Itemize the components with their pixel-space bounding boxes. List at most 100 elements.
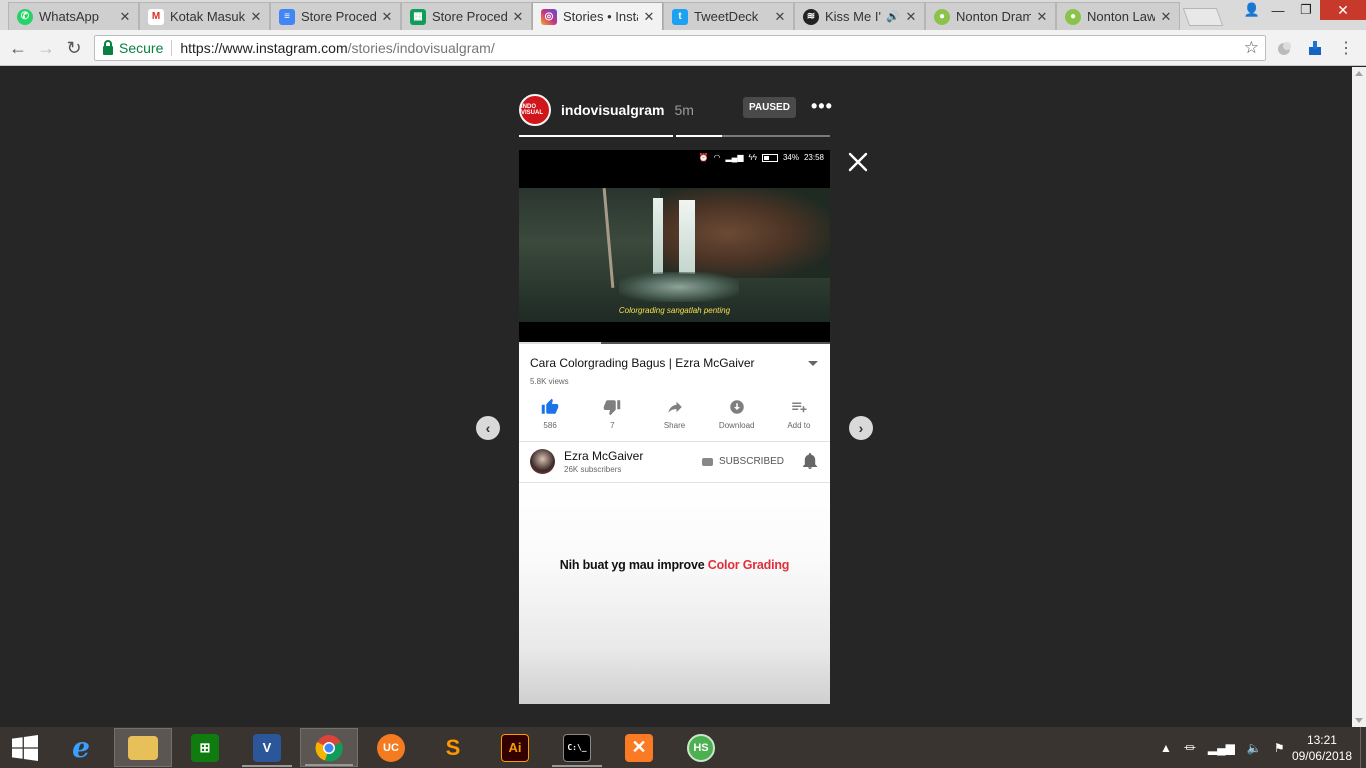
taskbar-uc-browser[interactable]: UC — [362, 728, 420, 767]
waterfall-shape — [653, 198, 663, 274]
tab-spotify[interactable]: ≋ Kiss Me I' 🔊 ✕ — [794, 2, 925, 30]
close-tab-icon[interactable]: ✕ — [904, 9, 918, 25]
taskbar-command-prompt[interactable]: C:\_ — [548, 728, 606, 767]
close-tab-icon[interactable]: ✕ — [118, 9, 132, 25]
close-window-button[interactable]: ✕ — [1320, 0, 1366, 20]
show-desktop-button[interactable] — [1360, 727, 1366, 768]
taskbar-hs-app[interactable]: HS — [672, 728, 730, 767]
site-icon: ● — [934, 8, 950, 25]
battery-percent: 34% — [782, 153, 799, 162]
promo-text-highlight: Color Grading — [707, 558, 790, 572]
action-center-flag-icon[interactable]: ⚑ — [1274, 741, 1285, 755]
tab-gmail[interactable]: M Kotak Masuk ✕ — [139, 2, 270, 30]
windows-logo-icon — [12, 734, 38, 761]
paused-badge: PAUSED — [743, 97, 796, 118]
close-story-icon[interactable] — [846, 150, 870, 174]
taskbar-google-chrome[interactable] — [300, 728, 358, 767]
story-username[interactable]: indovisualgram — [561, 102, 664, 118]
minimize-button[interactable]: — — [1264, 0, 1292, 20]
tab-nonton-lawless[interactable]: ● Nonton Lawle ✕ — [1056, 2, 1180, 30]
download-label: Download — [718, 421, 755, 430]
close-tab-icon[interactable]: ✕ — [1035, 9, 1049, 25]
tab-instagram-stories[interactable]: ◎ Stories • Insta ✕ — [532, 2, 663, 30]
chrome-menu-icon[interactable]: ⋮ — [1336, 38, 1356, 58]
taskbar-clock[interactable]: 13:21 09/06/2018 — [1292, 732, 1352, 764]
avatar[interactable]: INDO VISUAL — [519, 94, 551, 126]
browser-toolbar: ← → ↻ Secure https://www.instagram.com/s… — [0, 30, 1366, 66]
video-progress-fill — [519, 342, 601, 344]
view-count: 5.8K views — [530, 377, 569, 386]
close-tab-icon[interactable]: ✕ — [642, 9, 656, 25]
close-tab-icon[interactable]: ✕ — [1159, 9, 1173, 25]
close-tab-icon[interactable]: ✕ — [773, 9, 787, 25]
tab-sheets[interactable]: ▦ Store Proced ✕ — [401, 2, 532, 30]
google-sheets-icon: ▦ — [410, 8, 426, 25]
wifi-icon: ◠ — [713, 153, 721, 162]
back-button[interactable]: ← — [6, 36, 30, 60]
tab-label: WhatsApp — [39, 9, 99, 24]
internet-explorer-icon: e — [72, 731, 90, 764]
profile-icon[interactable]: 👤 — [1238, 0, 1266, 20]
bell-icon — [803, 453, 817, 469]
story-age: 5m — [674, 102, 694, 118]
power-plug-icon[interactable]: ⏛ — [1184, 739, 1196, 756]
video-actions: 586 7 Share Download Add to — [519, 398, 830, 434]
restore-button[interactable]: ❐ — [1292, 0, 1320, 20]
taskbar-file-explorer[interactable] — [114, 728, 172, 767]
chevron-left-icon: ‹ — [485, 420, 491, 436]
subscriber-count: 26K subscribers — [564, 465, 622, 474]
thumbs-down-icon — [603, 398, 621, 416]
divider — [171, 40, 173, 56]
progress-fill — [519, 135, 673, 137]
new-tab-button[interactable] — [1182, 8, 1224, 26]
phone-time: 23:58 — [803, 153, 824, 162]
taskbar-xampp[interactable]: ✕ — [610, 728, 668, 767]
illustrator-icon: Ai — [501, 733, 529, 762]
windows-taskbar: e ⊞ V UC S Ai C:\_ ✕ HS ▲ ⏛ ▂▄▆ 🔈 ⚑ 13:2… — [0, 727, 1366, 768]
story-content[interactable]: ⏰ ◠ ▂▄▆ ϟϟ 34% 23:58 Colorgrading sangat… — [519, 150, 830, 704]
tab-tweetdeck[interactable]: t TweetDeck ✕ — [663, 2, 794, 30]
close-tab-icon[interactable]: ✕ — [249, 9, 263, 25]
download-action: Download — [706, 398, 768, 434]
previous-story-button[interactable]: ‹ — [476, 416, 500, 440]
promo-text: Nih buat yg mau improve Color Grading — [519, 558, 830, 572]
tab-whatsapp[interactable]: ✆ WhatsApp ✕ — [8, 2, 139, 30]
command-prompt-icon: C:\_ — [563, 733, 591, 762]
audio-playing-icon[interactable]: 🔊 — [886, 10, 900, 23]
forward-button[interactable]: → — [34, 36, 58, 60]
taskbar-visio[interactable]: V — [238, 728, 296, 767]
add-to-playlist-icon — [790, 398, 808, 416]
taskbar-internet-explorer[interactable]: e — [52, 728, 110, 767]
address-bar[interactable]: Secure https://www.instagram.com/stories… — [94, 35, 1266, 61]
next-story-button[interactable]: › — [849, 416, 873, 440]
tab-label: Kiss Me I' — [825, 9, 881, 24]
bookmark-star-icon[interactable]: ☆ — [1244, 38, 1259, 58]
story-header: INDO VISUAL indovisualgram 5m PAUSED ••• — [519, 92, 833, 128]
close-tab-icon[interactable]: ✕ — [380, 9, 394, 25]
chevron-up-icon[interactable]: ▲ — [1160, 741, 1172, 755]
reload-button[interactable]: ↻ — [62, 36, 86, 60]
tree-shape — [602, 188, 615, 288]
more-options-icon[interactable]: ••• — [811, 96, 833, 117]
subscribed-label: SUBSCRIBED — [719, 456, 785, 467]
tab-docs[interactable]: ≡ Store Proced ✕ — [270, 2, 401, 30]
taskbar-adobe-illustrator[interactable]: Ai — [486, 728, 544, 767]
tab-nonton-drama[interactable]: ● Nonton Dram ✕ — [925, 2, 1056, 30]
taskbar-windows-store[interactable]: ⊞ — [176, 728, 234, 767]
volume-icon[interactable]: 🔈 — [1247, 741, 1262, 755]
close-tab-icon[interactable]: ✕ — [511, 9, 525, 25]
url-text[interactable]: https://www.instagram.com/stories/indovi… — [180, 40, 494, 56]
share-label: Share — [663, 421, 686, 430]
battery-icon — [761, 154, 778, 162]
url-path: /stories/indovisualgram/ — [347, 40, 495, 56]
tab-label: Stories • Insta — [563, 9, 638, 24]
extension-icon[interactable] — [1305, 38, 1325, 58]
channel-name: Ezra McGaiver — [564, 449, 644, 463]
extension-icon[interactable] — [1274, 38, 1294, 58]
start-button[interactable] — [0, 727, 50, 768]
waterfall-shape — [679, 200, 695, 274]
page-scrollbar[interactable] — [1352, 67, 1366, 727]
video-caption: Colorgrading sangatlah penting — [618, 306, 731, 315]
network-signal-icon[interactable]: ▂▄▆ — [1208, 741, 1235, 755]
taskbar-sublime-text[interactable]: S — [424, 728, 482, 767]
